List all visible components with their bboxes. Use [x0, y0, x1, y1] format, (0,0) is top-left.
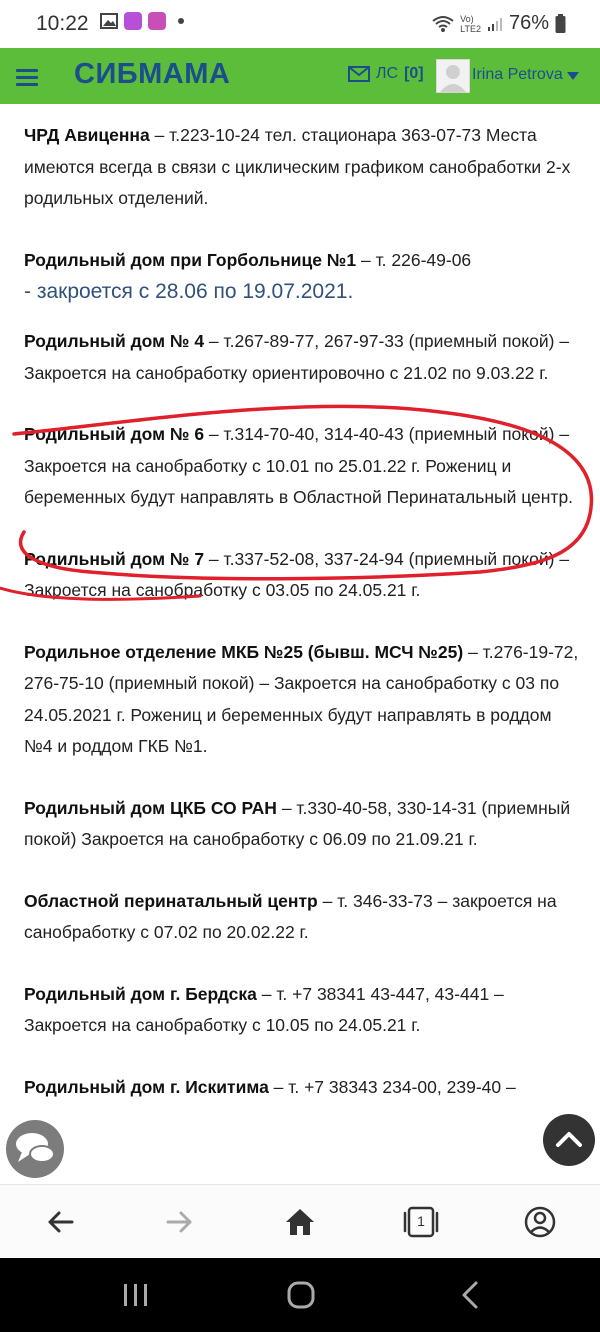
recent-apps-icon[interactable] [122, 1282, 150, 1308]
article-content: ЧРД Авиценна – т.223-10-24 тел. стациона… [24, 120, 580, 1133]
chevron-down-icon [566, 72, 579, 80]
menu-icon[interactable] [16, 69, 38, 86]
maternity-entry-2: Родильный дом при Горбольнице №1 – т. 22… [24, 245, 580, 307]
network-lte: LTE2 [460, 23, 481, 34]
entry-title: Родильный дом № 6 [24, 424, 205, 444]
maternity-entry-5: Родильный дом № 7 – т.337-52-08, 337-24-… [24, 544, 580, 607]
avatar[interactable] [436, 59, 470, 93]
forward-button[interactable] [162, 1205, 196, 1239]
status-time: 10:22 [36, 12, 89, 35]
app-notification-icon-2 [148, 12, 166, 30]
battery-percent: 76% [508, 12, 549, 34]
status-right-icons: Vo) LTE2 76% [432, 12, 566, 35]
tabs-button[interactable]: 1 [402, 1205, 439, 1239]
entry-title: Родильный дом № 4 [24, 331, 205, 351]
signal-icon [487, 17, 502, 31]
tabs-count: 1 [417, 1213, 425, 1229]
mail-icon [348, 66, 370, 82]
network-volte: Vo) [460, 13, 474, 24]
site-header: СИБМАМА ЛС [0] Irina Petrova [0, 48, 600, 104]
entry-title: Родильный дом ЦКБ СО РАН [24, 797, 277, 818]
messages-label: ЛС [376, 65, 399, 82]
arrow-left-icon [48, 1211, 74, 1233]
system-navigation-bar [0, 1258, 600, 1332]
entry-title: Родильный дом г. Бердска [24, 983, 257, 1004]
entry-title: Родильный дом № 7 [24, 548, 205, 569]
messages-count: [0] [404, 65, 424, 82]
arrow-right-icon [166, 1211, 192, 1233]
back-button[interactable] [44, 1205, 78, 1239]
browser-navigation-bar: 1 [0, 1184, 600, 1259]
status-bar: 10:22 Vo) LTE2 76% [0, 0, 600, 48]
user-name: Irina Petrova [472, 66, 563, 83]
image-icon [100, 13, 118, 29]
maternity-entry-8: Областной перинатальный центр – т. 346-3… [24, 886, 580, 949]
app-notification-icon [124, 12, 142, 30]
entry-title: Родильный дом г. Искитима [24, 1076, 269, 1097]
network-label: Vo) LTE2 [460, 14, 481, 34]
chat-button[interactable] [6, 1120, 64, 1178]
more-notifications-dot [178, 18, 184, 24]
wifi-icon [432, 15, 454, 32]
user-avatar-icon [440, 65, 466, 92]
scroll-to-top-button[interactable] [543, 1114, 595, 1166]
entry-title: Родильный дом при Горбольнице №1 [24, 249, 357, 270]
messages-link[interactable]: ЛС [0] [348, 65, 424, 83]
entry-text: – т. +7 38343 234-00, 239-40 – [268, 1076, 516, 1097]
entry-note: - закроется с 28.06 по 19.07.2021. [24, 280, 354, 303]
site-logo[interactable]: СИБМАМА [74, 58, 230, 91]
entry-title: ЧРД Авиценна [24, 125, 150, 145]
status-notification-icons [100, 12, 184, 30]
system-home-icon[interactable] [286, 1280, 316, 1310]
user-menu[interactable]: Irina Petrova [472, 66, 579, 84]
maternity-entry-3: Родильный дом № 4 – т.267-89-77, 267-97-… [24, 326, 580, 389]
home-icon [286, 1209, 314, 1235]
account-icon [524, 1206, 556, 1238]
maternity-entry-7: Родильный дом ЦКБ СО РАН – т.330-40-58, … [24, 793, 580, 856]
system-back-icon[interactable] [460, 1280, 480, 1310]
chat-icon [16, 1133, 55, 1163]
entry-title: Областной перинатальный центр [24, 890, 318, 911]
battery-icon [555, 13, 566, 33]
maternity-entry-6: Родильное отделение МКБ №25 (бывш. МСЧ №… [24, 637, 580, 763]
home-button[interactable] [283, 1205, 317, 1239]
maternity-entry-10: Родильный дом г. Искитима – т. +7 38343 … [24, 1072, 580, 1104]
chevron-up-icon [556, 1132, 582, 1147]
entry-text: – т. 226-49-06 [356, 249, 472, 270]
maternity-entry-1: ЧРД Авиценна – т.223-10-24 тел. стациона… [24, 120, 580, 215]
profile-button[interactable] [523, 1205, 557, 1239]
entry-title: Родильное отделение МКБ №25 (бывш. МСЧ №… [24, 641, 464, 662]
maternity-entry-9: Родильный дом г. Бердска – т. +7 38341 4… [24, 979, 580, 1042]
maternity-entry-4: Родильный дом № 6 – т.314-70-40, 314-40-… [24, 419, 580, 514]
